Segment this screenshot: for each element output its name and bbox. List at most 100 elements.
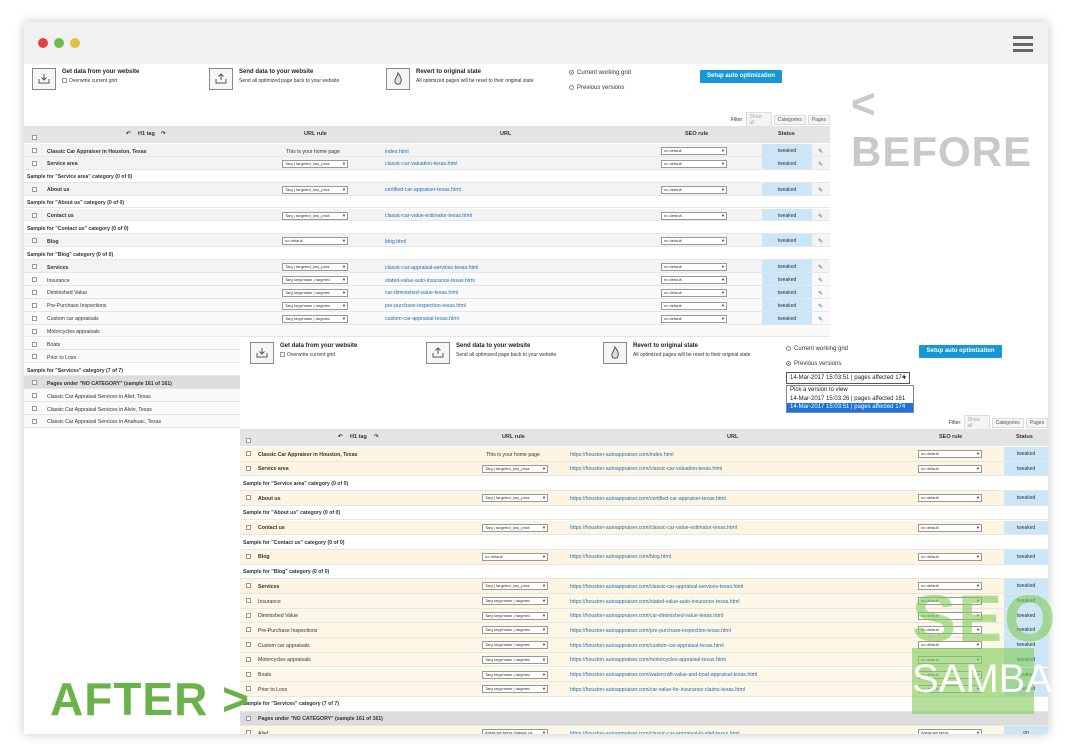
row-checkbox[interactable] [32, 277, 37, 282]
seo-rule-select[interactable]: no default [661, 263, 727, 272]
seo-rule-select[interactable]: no default [661, 147, 727, 155]
row-checkbox[interactable] [246, 730, 251, 734]
url-rule-select[interactable]: Targ keyphrase | targetec [482, 626, 548, 635]
setup-auto-optimization-button[interactable]: Setup auto optimization [700, 70, 782, 83]
radio-previous-versions[interactable]: Previous versions [786, 361, 841, 367]
url-rule-select[interactable]: no default [282, 237, 348, 246]
seo-rule-select[interactable]: no default [661, 288, 727, 297]
close-dot-icon[interactable] [38, 38, 48, 48]
row-url-link[interactable]: classic-car-appraisal-services-texas.htm… [385, 265, 478, 271]
setup-auto-optimization-button[interactable]: Setup auto optimization [919, 345, 1002, 358]
redo-icon[interactable]: ↷ [161, 131, 166, 137]
row-url-link[interactable]: https://houston-autoappraiser.com/classi… [570, 525, 737, 531]
row-url-link[interactable]: https://houston-autoappraiser.com/classi… [570, 466, 722, 472]
select-all-checkbox[interactable] [32, 135, 37, 140]
url-rule-select[interactable]: Targ | targeted_key_phra [282, 185, 348, 194]
row-url-link[interactable]: index.html [385, 149, 409, 155]
row-url-link[interactable]: https://houston-autoappraiser.com/classi… [570, 584, 743, 590]
row-url-link[interactable]: stated-value-auto-insurance-texas.html [385, 278, 475, 284]
url-rule-select[interactable]: Targ | targeted_key_phra [282, 263, 348, 272]
url-rule-select[interactable]: Targ keyphrase | targetec [282, 301, 348, 310]
undo-icon[interactable]: ↶ [126, 131, 131, 137]
undo-icon[interactable]: ↶ [338, 434, 343, 440]
url-rule-select[interactable]: Targ keyphrase | targetec [282, 314, 348, 323]
row-checkbox[interactable] [32, 315, 37, 321]
row-url-link[interactable]: https://houston-autoappraiser.com/custom… [570, 643, 724, 649]
row-checkbox[interactable] [246, 553, 251, 559]
edit-pencil-icon[interactable]: ✎ [818, 238, 823, 245]
hamburger-menu-icon[interactable] [1013, 36, 1033, 52]
url-rule-select[interactable]: Areas we serve (classic ca [482, 729, 548, 734]
url-rule-select[interactable]: Targ | targeted_key_phra [282, 159, 348, 168]
seo-rule-select[interactable]: no default [661, 237, 727, 246]
row-url-link[interactable]: https://houston-autoappraiser.com/waterc… [570, 672, 757, 678]
row-checkbox[interactable] [32, 186, 37, 192]
edit-pencil-icon[interactable]: ✎ [818, 148, 823, 155]
seo-rule-select[interactable]: no default [918, 464, 982, 473]
url-rule-select[interactable]: Targ keyphrase | targetec [282, 288, 348, 297]
row-url-link[interactable]: https://houston-autoappraiser.com/index.… [570, 452, 674, 458]
row-checkbox[interactable] [32, 302, 37, 308]
url-rule-select[interactable]: Targ | targeted_key_phra [282, 211, 348, 220]
url-rule-select[interactable]: Targ keyphrase | targetec [482, 597, 548, 605]
row-checkbox[interactable] [32, 238, 37, 244]
row-checkbox[interactable] [32, 264, 37, 270]
row-url-link[interactable]: https://houston-autoappraiser.com/pre-pu… [570, 628, 731, 634]
seo-rule-select[interactable]: Areas we serve [918, 729, 982, 734]
url-rule-select[interactable]: Targ keyphrase | targetec [482, 611, 548, 620]
row-url-link[interactable]: classic-car-value-estimator-texas.html [385, 213, 472, 219]
url-rule-select[interactable]: Targ | targeted_key_phra [482, 523, 548, 532]
row-checkbox[interactable] [32, 148, 37, 153]
url-rule-select[interactable]: Targ | targeted_key_phra [482, 494, 548, 503]
filter-pages[interactable]: Pages [1025, 418, 1048, 428]
minimize-dot-icon[interactable] [70, 38, 80, 48]
seo-rule-select[interactable]: no default [661, 159, 727, 168]
seo-rule-select[interactable]: no default [918, 494, 982, 503]
seo-rule-select[interactable]: no default [661, 301, 727, 310]
radio-current-grid[interactable]: Current working grid [786, 346, 848, 352]
url-rule-select[interactable]: Targ keyphrase | targetec [482, 685, 548, 694]
version-option[interactable]: Pick a version to view [787, 386, 913, 395]
url-rule-select[interactable]: Targ | targeted_key_phra [482, 582, 548, 591]
row-checkbox[interactable] [246, 524, 251, 530]
row-checkbox[interactable] [246, 451, 251, 456]
row-checkbox[interactable] [246, 642, 251, 648]
row-url-link[interactable]: https://houston-autoappraiser.com/motorc… [570, 657, 726, 663]
radio-current-grid[interactable]: Current working grid [569, 70, 631, 76]
edit-pencil-icon[interactable]: ✎ [818, 187, 823, 194]
url-rule-select[interactable]: Targ | targeted_key_phra [482, 464, 548, 473]
row-checkbox[interactable] [32, 354, 37, 360]
row-checkbox[interactable] [32, 406, 37, 411]
overwrite-checkbox[interactable]: Overwrite current grid [280, 352, 335, 358]
row-url-link[interactable]: https://houston-autoappraiser.com/classi… [570, 731, 740, 734]
row-checkbox[interactable] [32, 393, 37, 399]
row-checkbox[interactable] [32, 289, 37, 295]
url-rule-select[interactable]: no default [482, 552, 548, 561]
url-rule-select[interactable]: Targ keyphrase | targetec [482, 670, 548, 679]
edit-pencil-icon[interactable]: ✎ [818, 161, 823, 168]
row-url-link[interactable]: certified-car-appraiser-texas.html [385, 187, 461, 193]
edit-pencil-icon[interactable]: ✎ [818, 290, 823, 297]
url-rule-select[interactable]: Targ keyphrase | targetec [482, 641, 548, 650]
seo-rule-select[interactable]: no default [661, 185, 727, 194]
seo-rule-select[interactable]: no default [661, 211, 727, 220]
row-checkbox[interactable] [32, 341, 37, 347]
url-rule-select[interactable]: Targ keyphrase | targetec [282, 276, 348, 284]
overwrite-checkbox[interactable]: Overwrite current grid [62, 78, 117, 84]
edit-pencil-icon[interactable]: ✎ [818, 277, 823, 284]
row-url-link[interactable]: custom-car-appraisal-texas.html [385, 316, 459, 322]
edit-pencil-icon[interactable]: ✎ [818, 316, 823, 323]
version-option[interactable]: 14-Mar-2017 15:03:51 | pages affected 17… [787, 403, 913, 412]
row-checkbox[interactable] [246, 583, 251, 589]
seo-rule-select[interactable]: no default [661, 276, 727, 284]
row-checkbox[interactable] [246, 495, 251, 501]
edit-pencil-icon[interactable]: ✎ [818, 264, 823, 271]
version-dropdown-value[interactable]: 14-Mar-2017 15:03:51 | pages affected 17… [786, 372, 910, 384]
url-rule-select[interactable]: Targ keyphrase | targetec [482, 655, 548, 664]
redo-icon[interactable]: ↷ [374, 434, 379, 440]
row-url-link[interactable]: car-diminished-value-texas.html [385, 290, 458, 296]
row-url-link[interactable]: https://houston-autoappraiser.com/stated… [570, 599, 740, 605]
row-checkbox[interactable] [246, 465, 251, 471]
row-checkbox[interactable] [32, 160, 37, 166]
row-checkbox[interactable] [32, 418, 37, 424]
